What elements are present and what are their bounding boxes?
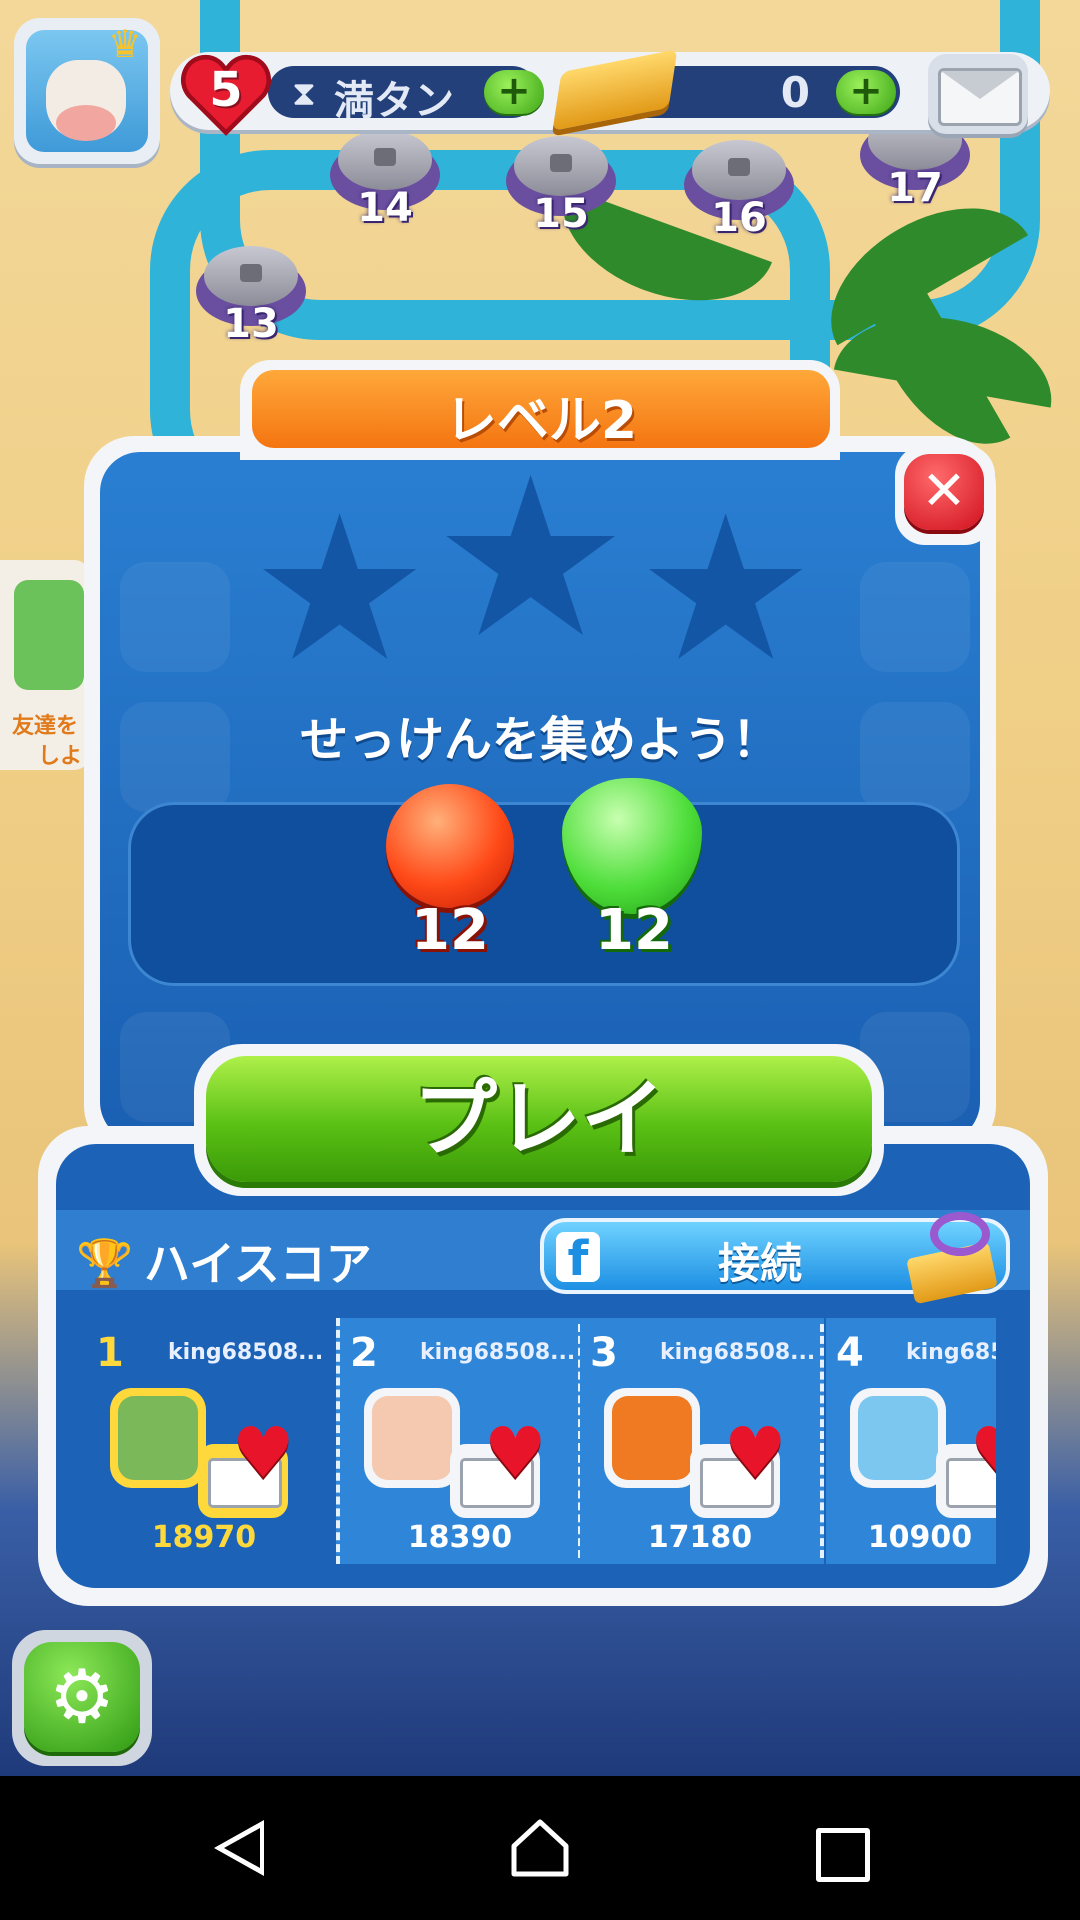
facebook-icon: f	[556, 1232, 600, 1286]
level-number: 14	[357, 185, 413, 231]
home-icon[interactable]	[510, 1818, 570, 1878]
red-soap-icon	[386, 784, 514, 908]
gear-icon: ⚙	[48, 1654, 116, 1740]
goal-box	[128, 802, 960, 986]
avatar-face	[858, 1396, 938, 1480]
heart-icon: ♥	[232, 1412, 295, 1494]
lock-icon	[550, 154, 572, 172]
level-number: 15	[533, 191, 589, 237]
heart-icon: ♥	[970, 1418, 996, 1488]
rank-number: 1	[96, 1330, 124, 1376]
avatar-face	[612, 1396, 692, 1480]
heart-icon: ♥	[484, 1412, 547, 1494]
level-node-13[interactable]: 13	[196, 246, 306, 347]
player-score: 10900	[867, 1520, 973, 1555]
gift-icon	[906, 1212, 1002, 1305]
highscore-list: 1 king68508... ♥ 18970 2 king68508... ♥ …	[56, 1318, 996, 1564]
level-node-16[interactable]: 16	[684, 140, 794, 241]
close-button[interactable]: ✕	[904, 454, 984, 530]
player-avatar	[604, 1388, 700, 1488]
goal-description: せっけんを集めよう！	[299, 712, 780, 768]
inbox-button[interactable]	[928, 54, 1028, 134]
lock-icon	[374, 148, 396, 166]
level-node-14[interactable]: 14	[330, 130, 440, 231]
highscore-entry: 1 king68508... ♥ 18970	[56, 1318, 330, 1564]
friend-character-icon	[14, 580, 84, 690]
green-soap-count: 12	[595, 898, 673, 963]
entry-divider	[820, 1324, 824, 1558]
highscore-entry: 3 king68508... ♥ 17180	[580, 1318, 824, 1564]
heart-icon: ♥	[724, 1412, 787, 1494]
player-name: king68508...	[168, 1340, 324, 1365]
avatar-face	[118, 1396, 198, 1480]
lock-icon	[728, 158, 750, 176]
player-name: king68508...	[660, 1340, 816, 1365]
star-3-icon: ★	[636, 473, 816, 706]
star-2-icon: ★	[432, 430, 630, 686]
panel-tile	[120, 562, 230, 672]
gold-count: 0	[780, 68, 810, 117]
lives-count: 5	[209, 62, 243, 118]
player-score: 18390	[407, 1520, 513, 1555]
player-avatar	[850, 1388, 946, 1488]
highscore-title: ハイスコア	[144, 1237, 372, 1291]
panel-tile	[860, 562, 970, 672]
play-button[interactable]: プレイ	[206, 1056, 872, 1182]
facebook-connect-label: 接続	[717, 1239, 802, 1288]
level-node-15[interactable]: 15	[506, 136, 616, 237]
level-number: 17	[887, 165, 943, 211]
invite-line-1: 友達を	[12, 714, 79, 739]
invite-friends-text: 友達を しよ	[12, 712, 82, 772]
gift-bow	[930, 1212, 990, 1256]
cow-nose	[56, 105, 116, 141]
player-score: 17180	[647, 1520, 753, 1555]
rank-number: 4	[836, 1330, 864, 1376]
lives-status: 満タン	[334, 78, 454, 124]
highscore-entry: 4 king685 ♥ 10900	[826, 1318, 996, 1564]
player-name: king685	[906, 1340, 996, 1365]
recent-apps-icon[interactable]	[816, 1828, 870, 1882]
rank-number: 3	[590, 1330, 618, 1376]
hourglass-icon: ⧗	[292, 74, 316, 114]
mail-icon	[938, 68, 1022, 126]
player-avatar	[364, 1388, 460, 1488]
rank-number: 2	[350, 1330, 378, 1376]
trophy-icon: 🏆	[76, 1236, 134, 1290]
invite-line-2: しよ	[38, 744, 83, 769]
lock-icon	[240, 264, 262, 282]
player-name: king68508...	[420, 1340, 576, 1365]
red-soap-count: 12	[411, 898, 489, 963]
player-score: 18970	[151, 1520, 257, 1555]
highscore-entry: 2 king68508... ♥ 18390	[336, 1318, 582, 1564]
level-number: 16	[711, 195, 767, 241]
player-avatar	[110, 1388, 206, 1488]
crown-icon: ♛	[108, 22, 143, 66]
back-icon-inner	[224, 1828, 260, 1868]
star-1-icon: ★	[250, 473, 430, 706]
avatar-face	[372, 1396, 452, 1480]
level-number: 13	[223, 301, 279, 347]
add-gold-button[interactable]: +	[836, 70, 896, 114]
add-lives-button[interactable]: +	[484, 70, 544, 114]
